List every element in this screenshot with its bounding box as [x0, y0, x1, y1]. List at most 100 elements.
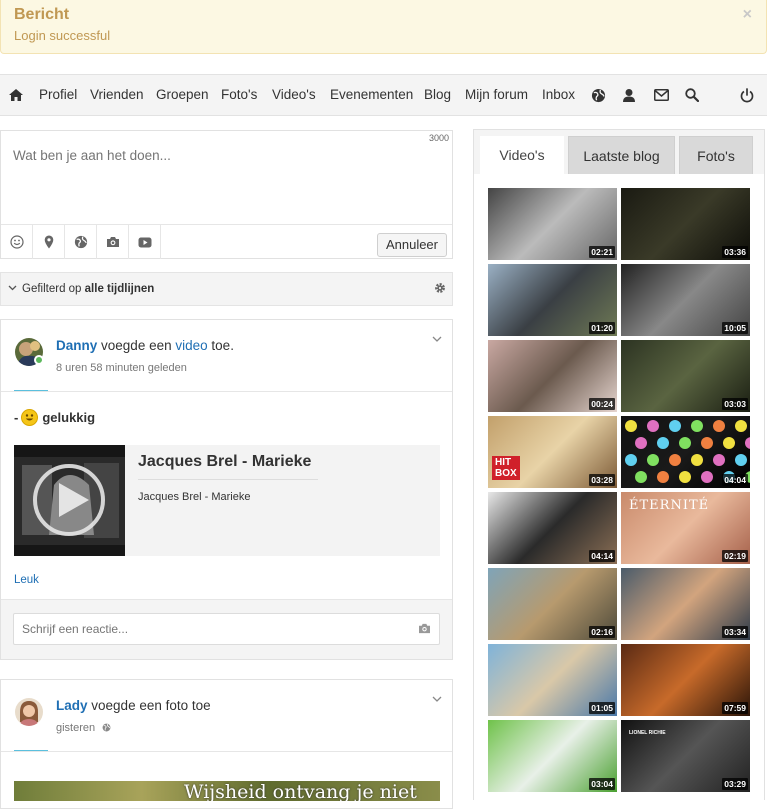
globe-icon[interactable] — [589, 86, 607, 104]
smiley-icon[interactable] — [1, 225, 33, 259]
video-thumbnail-label: HIT BOX — [492, 456, 520, 480]
filter-label: Gefilterd op alle tijdlijnen — [22, 283, 154, 295]
close-icon[interactable]: × — [743, 6, 752, 24]
nav-inbox[interactable]: Inbox — [542, 75, 575, 115]
nav-fotos[interactable]: Foto's — [221, 75, 257, 115]
nav-vrienden[interactable]: Vrienden — [90, 75, 144, 115]
post-timestamp: gisteren — [56, 722, 111, 734]
location-icon[interactable] — [33, 225, 65, 259]
post-action-text: voegde een — [101, 338, 172, 353]
video-duration: 00:24 — [589, 398, 615, 410]
photo-caption-text: Wijsheid ontvang je niet — [184, 781, 417, 801]
happy-smiley-icon — [21, 409, 39, 426]
video-duration: 03:28 — [589, 474, 615, 486]
video-thumbnail[interactable]: HIT BOX 03:28 — [488, 416, 617, 488]
video-thumbnail[interactable]: 00:24 — [488, 340, 617, 412]
nav-evenementen[interactable]: Evenementen — [330, 75, 413, 115]
tab-videos[interactable]: Video's — [480, 136, 564, 174]
video-thumbnail-label: ÉTERNITÉ — [629, 498, 710, 513]
envelope-icon[interactable] — [652, 86, 670, 104]
post-timestamp: 8 uren 58 minuten geleden — [56, 362, 187, 374]
nav-groepen[interactable]: Groepen — [156, 75, 209, 115]
nav-videos[interactable]: Video's — [272, 75, 316, 115]
chevron-down-icon[interactable] — [432, 336, 442, 342]
video-duration: 02:16 — [589, 626, 615, 638]
video-thumbnail[interactable]: 02:16 — [488, 568, 617, 640]
media-sidebar: Video's Laatste blog Foto's 02:21 03:36 01… — [473, 129, 765, 801]
video-thumbnail[interactable]: 10:05 — [621, 264, 750, 336]
video-grid: 02:21 03:36 01:20 10:05 00:24 03:03 HIT BOX 03:… — [474, 174, 764, 801]
video-embed[interactable]: Jacques Brel - Marieke Jacques Brel - Ma… — [14, 445, 440, 556]
video-thumbnail[interactable]: 02:21 — [488, 188, 617, 260]
composer-toolbar: Annuleer — [1, 224, 452, 259]
post-header: Danny voegde een video toe. — [56, 338, 234, 353]
embed-title[interactable]: Jacques Brel - Marieke — [138, 453, 311, 471]
video-thumbnail[interactable]: 07:59 — [621, 644, 750, 716]
post-action-text: voegde een foto toe — [91, 698, 211, 713]
video-thumbnail[interactable]: 01:05 — [488, 644, 617, 716]
status-composer: 3000 Annuleer — [0, 130, 453, 259]
user-icon[interactable] — [620, 86, 638, 104]
video-duration: 03:36 — [722, 246, 748, 258]
alert-title: Bericht — [14, 6, 70, 23]
feed-post: Danny voegde een video toe. 8 uren 58 mi… — [0, 319, 453, 660]
alert-banner: Bericht Login successful × — [0, 0, 767, 54]
video-duration: 01:05 — [589, 702, 615, 714]
embed-description: Jacques Brel - Marieke — [138, 491, 251, 503]
status-input[interactable] — [13, 148, 413, 163]
video-duration: 04:04 — [722, 474, 748, 486]
video-thumbnail[interactable]: 04:04 — [621, 416, 750, 488]
feeling-prefix: - — [14, 410, 19, 425]
post-photo[interactable]: Wijsheid ontvang je niet — [14, 781, 440, 801]
char-counter: 3000 — [428, 133, 449, 143]
post-object-link[interactable]: video — [175, 338, 207, 353]
tab-laatste-blog[interactable]: Laatste blog — [568, 136, 675, 174]
filter-value: alle tijdlijnen — [84, 283, 155, 295]
video-thumbnail[interactable]: LIONEL RICHIE 03:29 — [621, 720, 750, 792]
video-thumbnail[interactable] — [14, 445, 125, 556]
video-duration: 03:03 — [722, 398, 748, 410]
video-icon[interactable] — [129, 225, 161, 259]
video-thumbnail[interactable]: 03:36 — [621, 188, 750, 260]
cancel-button[interactable]: Annuleer — [376, 233, 447, 257]
comment-section — [1, 599, 452, 659]
post-divider — [1, 751, 452, 752]
alert-message: Login successful — [14, 28, 111, 43]
power-icon[interactable] — [738, 86, 756, 104]
video-thumbnail[interactable]: 03:34 — [621, 568, 750, 640]
main-navbar: Profiel Vrienden Groepen Foto's Video's … — [0, 74, 767, 116]
video-duration: 02:19 — [722, 550, 748, 562]
camera-icon[interactable] — [97, 225, 129, 259]
post-action-suffix: toe. — [211, 338, 234, 353]
video-duration: 03:34 — [722, 626, 748, 638]
video-thumbnail[interactable]: 04:14 — [488, 492, 617, 564]
filter-prefix: Gefilterd op — [22, 283, 82, 295]
timeline-filter[interactable]: Gefilterd op alle tijdlijnen — [0, 272, 453, 306]
post-timestamp-text: gisteren — [56, 722, 96, 734]
video-duration: 07:59 — [722, 702, 748, 714]
gear-icon[interactable] — [434, 282, 446, 294]
video-duration: 03:29 — [722, 778, 748, 790]
globe-privacy-icon — [102, 723, 111, 732]
feed-post: Lady voegde een foto toe gisteren Wijshe… — [0, 679, 453, 809]
avatar[interactable] — [15, 698, 43, 726]
nav-blog[interactable]: Blog — [424, 75, 451, 115]
chevron-down-icon[interactable] — [432, 696, 442, 702]
comment-input[interactable] — [22, 622, 392, 636]
camera-icon[interactable] — [418, 623, 431, 634]
nav-mijn-forum[interactable]: Mijn forum — [465, 75, 528, 115]
nav-profiel[interactable]: Profiel — [39, 75, 77, 115]
home-icon[interactable] — [7, 86, 25, 104]
video-thumbnail[interactable]: 03:03 — [621, 340, 750, 412]
post-feeling: - gelukkig — [14, 409, 95, 426]
video-thumbnail[interactable]: 01:20 — [488, 264, 617, 336]
globe-privacy-icon[interactable] — [65, 225, 97, 259]
tab-fotos[interactable]: Foto's — [679, 136, 753, 174]
post-author-link[interactable]: Danny — [56, 338, 97, 353]
video-thumbnail[interactable]: ÉTERNITÉ 02:19 — [621, 492, 750, 564]
post-author-link[interactable]: Lady — [56, 698, 88, 713]
like-link[interactable]: Leuk — [14, 574, 39, 586]
video-thumbnail[interactable]: 03:04 — [488, 720, 617, 792]
search-icon[interactable] — [683, 86, 701, 104]
video-duration: 02:21 — [589, 246, 615, 258]
